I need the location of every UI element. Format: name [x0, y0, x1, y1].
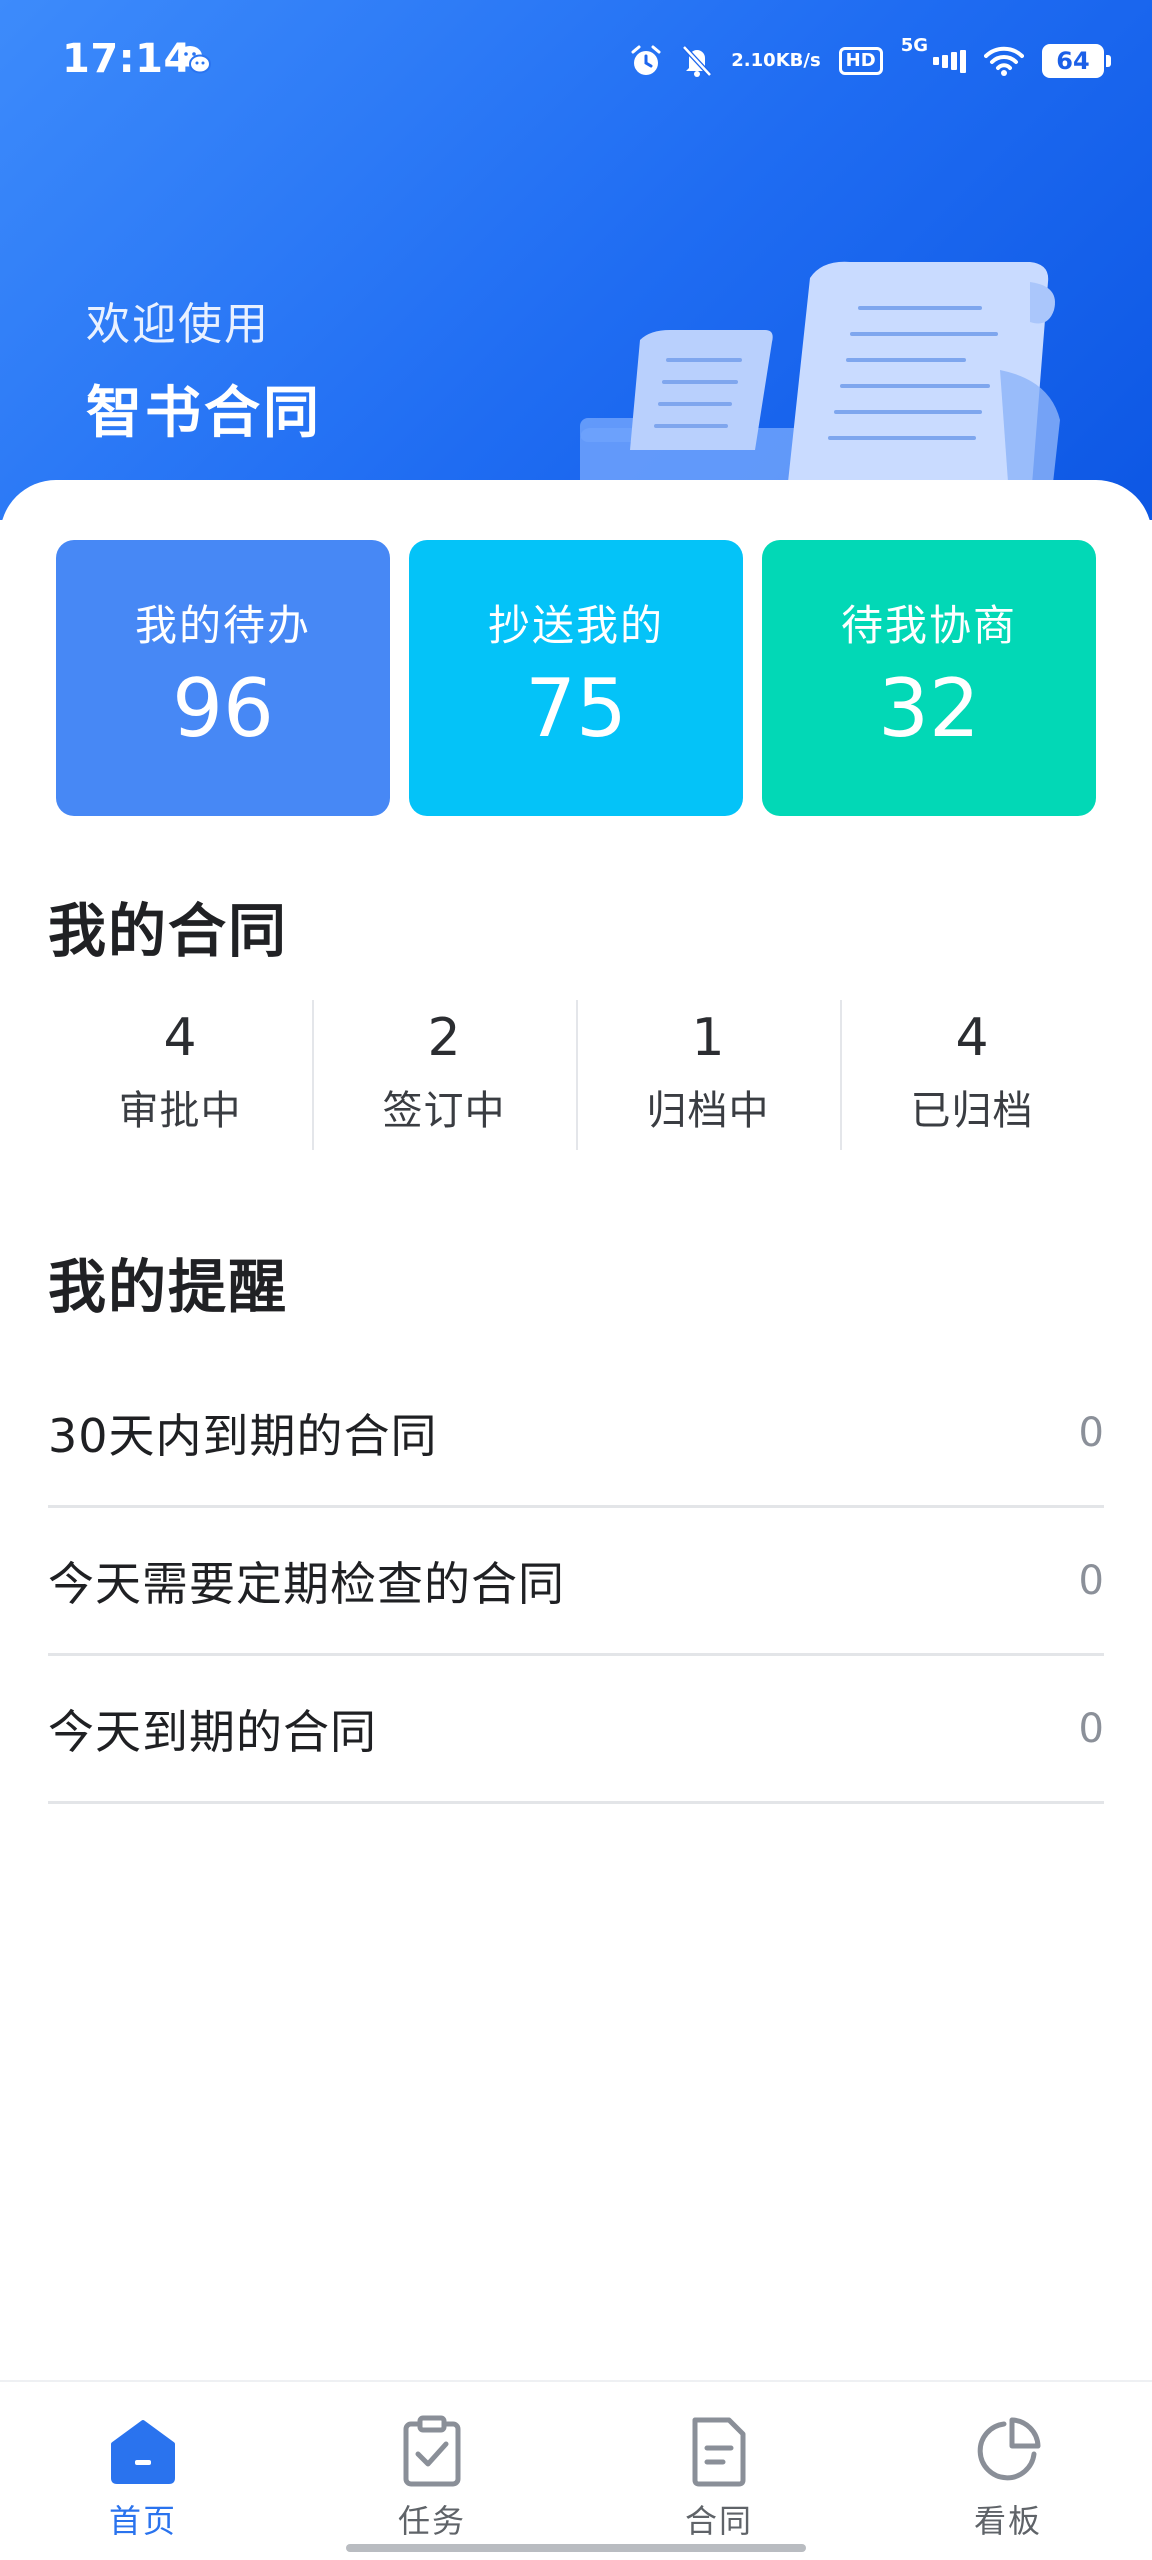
my-contracts-title: 我的合同: [48, 897, 289, 965]
reminder-expiring-today[interactable]: 今天到期的合同 0: [48, 1656, 1104, 1804]
tile-value: 75: [525, 662, 627, 755]
signal-icon: 5G: [901, 35, 966, 73]
nav-label: 合同: [684, 2502, 753, 2540]
stat-label: 审批中: [118, 1088, 242, 1134]
nav-contracts[interactable]: 合同: [619, 2412, 819, 2542]
nav-tasks[interactable]: 任务: [332, 2412, 532, 2542]
status-icons: 2.10 KB/s HD 5G 64: [629, 35, 1111, 86]
mute-bell-icon: [681, 44, 713, 78]
nav-label: 首页: [108, 2502, 177, 2540]
nav-label: 任务: [397, 2502, 466, 2540]
status-bar: 17:14 2.10 KB/s HD 5G 64: [0, 0, 1152, 120]
document-icon: [692, 2417, 746, 2487]
hd-icon: HD: [838, 47, 883, 75]
app-name: 智书合同: [86, 381, 322, 446]
home-indicator[interactable]: [346, 2544, 806, 2552]
tile-value: 96: [172, 662, 274, 755]
network-speed: 2.10 KB/s: [731, 50, 821, 71]
wifi-icon: [984, 45, 1024, 77]
home-icon: [111, 2420, 175, 2484]
tile-label: 待我协商: [840, 601, 1017, 650]
main-content: 我的待办 96 抄送我的 75 待我协商 32 我的合同 4 审批中 2 签订中…: [0, 480, 1152, 2380]
stat-archived[interactable]: 4 已归档: [840, 996, 1104, 1152]
nav-label: 看板: [973, 2502, 1042, 2540]
bottom-nav: 首页 任务 合同 看板: [0, 2380, 1152, 2560]
stat-value: 2: [427, 1008, 461, 1068]
tile-label: 我的待办: [134, 601, 311, 650]
wechat-icon: [178, 46, 211, 74]
status-time: 17:14: [62, 36, 192, 82]
summary-tiles: 我的待办 96 抄送我的 75 待我协商 32: [56, 540, 1096, 816]
clipboard-check-icon: [403, 2415, 461, 2487]
header-banner: 17:14 2.10 KB/s HD 5G 64 欢迎使用 智书合同: [0, 0, 1152, 520]
reminder-expiring-30-days[interactable]: 30天内到期的合同 0: [48, 1360, 1104, 1508]
tile-label: 抄送我的: [487, 601, 664, 650]
reminder-count: 0: [1078, 1557, 1104, 1604]
stat-archiving[interactable]: 1 归档中: [576, 996, 840, 1152]
stat-approving[interactable]: 4 审批中: [48, 996, 312, 1152]
reminder-count: 0: [1078, 1705, 1104, 1752]
battery-icon: 64: [1042, 44, 1111, 78]
stat-signing[interactable]: 2 签订中: [312, 996, 576, 1152]
welcome-text: 欢迎使用: [86, 299, 270, 350]
stat-value: 4: [163, 1008, 197, 1068]
tile-value: 32: [878, 662, 980, 755]
tile-pending-negotiation[interactable]: 待我协商 32: [762, 540, 1096, 816]
tile-cc-me[interactable]: 抄送我的 75: [409, 540, 743, 816]
reminder-label: 今天到期的合同: [48, 1704, 377, 1759]
reminder-label: 今天需要定期检查的合同: [48, 1556, 565, 1611]
reminder-list: 30天内到期的合同 0 今天需要定期检查的合同 0 今天到期的合同 0: [48, 1360, 1104, 1804]
my-reminders-title: 我的提醒: [48, 1253, 289, 1321]
stat-value: 1: [691, 1008, 725, 1068]
alarm-icon: [629, 44, 663, 78]
pie-chart-icon: [977, 2417, 1041, 2481]
stat-label: 签订中: [382, 1088, 506, 1134]
reminder-check-today[interactable]: 今天需要定期检查的合同 0: [48, 1508, 1104, 1656]
reminder-count: 0: [1078, 1409, 1104, 1456]
tile-my-todo[interactable]: 我的待办 96: [56, 540, 390, 816]
stat-label: 已归档: [910, 1088, 1034, 1134]
reminder-label: 30天内到期的合同: [48, 1408, 438, 1463]
stat-value: 4: [955, 1008, 989, 1068]
stat-label: 归档中: [646, 1088, 770, 1134]
contract-status-stats: 4 审批中 2 签订中 1 归档中 4 已归档: [48, 996, 1104, 1152]
nav-home[interactable]: 首页: [43, 2412, 243, 2542]
nav-dashboard[interactable]: 看板: [908, 2412, 1108, 2542]
